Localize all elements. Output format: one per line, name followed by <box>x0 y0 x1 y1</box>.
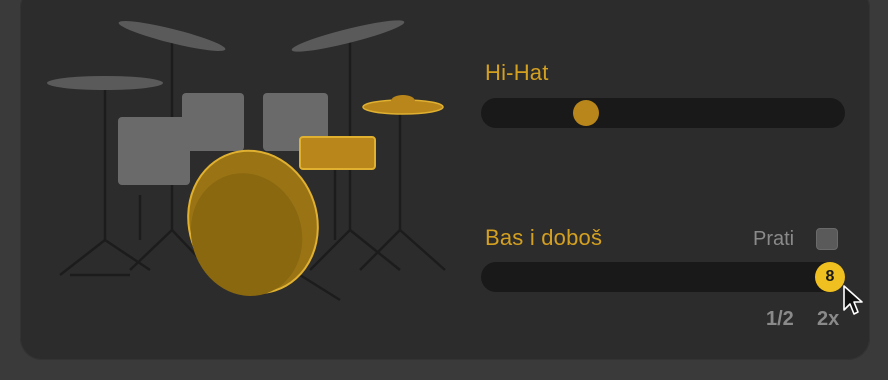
hihat-slider-thumb[interactable] <box>573 100 600 126</box>
scale-double[interactable]: 2x <box>817 308 839 331</box>
kick-snare-slider[interactable]: 8 <box>481 262 845 292</box>
follow-label: Prati <box>753 228 795 250</box>
scale-half[interactable]: 1/2 <box>766 308 794 331</box>
hihat-label: Hi-Hat <box>485 60 549 85</box>
arrow-cursor-icon <box>843 285 863 315</box>
hihat-slider[interactable] <box>481 98 845 128</box>
kick-snare-slider-thumb[interactable]: 8 <box>815 262 845 292</box>
drum-kit-icon[interactable] <box>0 0 470 380</box>
kick-snare-label: Bas i doboš <box>485 225 603 250</box>
follow-checkbox[interactable] <box>816 228 838 250</box>
